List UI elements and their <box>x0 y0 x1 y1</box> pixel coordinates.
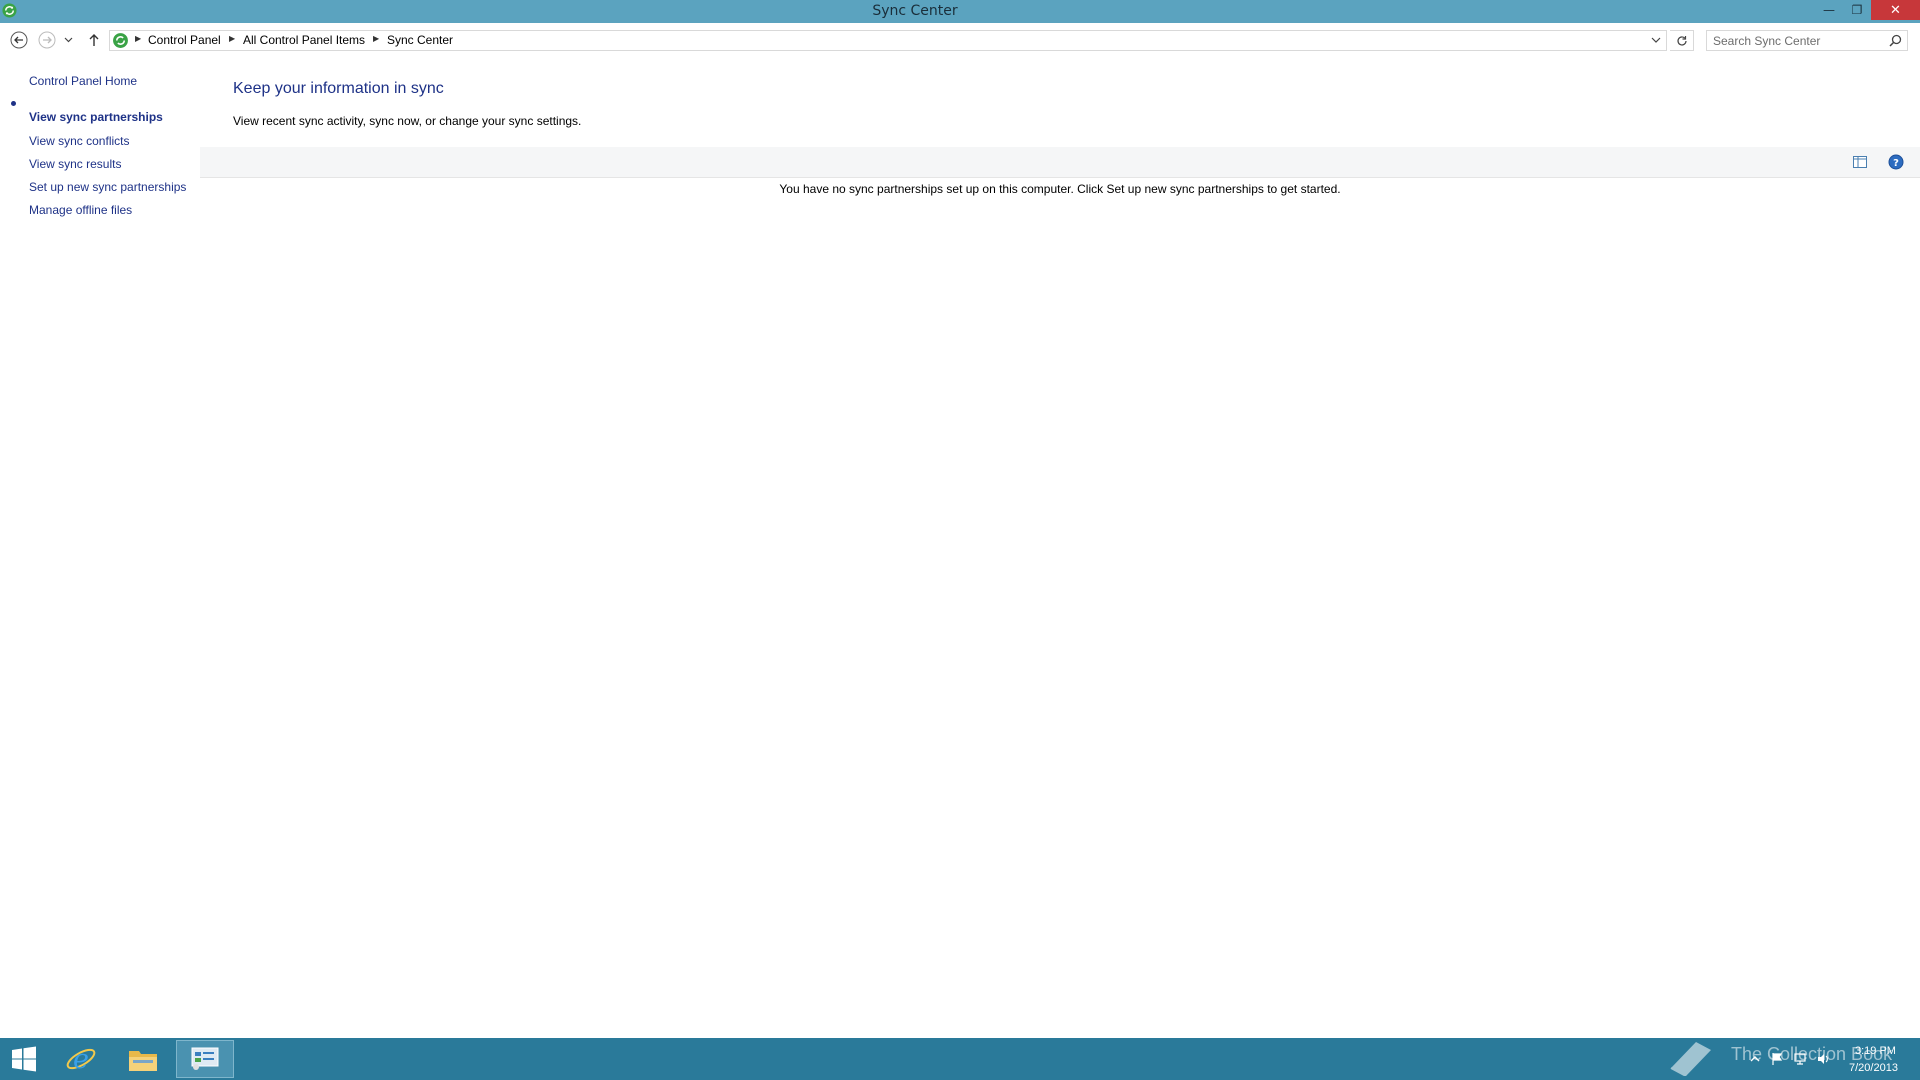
selected-bullet-icon <box>11 101 16 106</box>
volume-icon[interactable] <box>1816 1052 1830 1066</box>
taskbar-control-panel[interactable] <box>176 1040 234 1078</box>
minimize-button[interactable]: — <box>1815 0 1843 20</box>
help-icon[interactable]: ? <box>1888 154 1904 170</box>
address-bar[interactable]: ▶ Control Panel ▶ All Control Panel Item… <box>109 30 1667 51</box>
breadcrumb-separator-icon[interactable]: ▶ <box>135 34 141 43</box>
svg-text:e: e <box>73 1044 89 1075</box>
taskbar-internet-explorer[interactable]: e <box>52 1040 110 1078</box>
refresh-button[interactable] <box>1670 30 1694 51</box>
sync-center-icon <box>113 33 128 48</box>
show-hidden-icons-icon[interactable] <box>1748 1052 1762 1066</box>
clock-time[interactable]: 3:19 PM <box>1855 1045 1896 1057</box>
watermark-book-icon <box>1670 1042 1711 1076</box>
taskbar: e <box>0 1038 1920 1080</box>
navigation-bar: ▶ Control Panel ▶ All Control Panel Item… <box>0 23 1920 58</box>
breadcrumb-sync-center[interactable]: Sync Center <box>387 33 453 47</box>
taskbar-file-explorer[interactable] <box>114 1040 172 1078</box>
window-title: Sync Center <box>872 3 958 19</box>
restore-button[interactable]: ❐ <box>1843 0 1871 20</box>
forward-button[interactable] <box>36 29 58 51</box>
recent-locations-button[interactable] <box>62 29 74 51</box>
control-panel-icon <box>191 1047 219 1070</box>
title-bar: Sync Center — ❐ ✕ <box>0 0 1920 23</box>
clock-date[interactable]: 7/20/2013 <box>1849 1062 1898 1074</box>
search-icon[interactable] <box>1889 34 1902 47</box>
breadcrumb-separator-icon[interactable]: ▶ <box>229 34 235 43</box>
breadcrumb-control-panel[interactable]: Control Panel <box>148 33 221 47</box>
forward-arrow-icon <box>38 31 56 49</box>
internet-explorer-icon: e <box>66 1044 96 1075</box>
back-button[interactable] <box>8 29 30 51</box>
refresh-icon <box>1676 35 1687 46</box>
search-input[interactable] <box>1713 32 1883 49</box>
page-title: Keep your information in sync <box>233 80 444 97</box>
sidebar-item-manage-offline-files[interactable]: Manage offline files <box>29 203 132 217</box>
back-arrow-icon <box>10 31 28 49</box>
sidebar-item-view-sync-partnerships[interactable]: View sync partnerships <box>29 110 163 124</box>
sidebar-item-view-sync-conflicts[interactable]: View sync conflicts <box>29 134 129 148</box>
change-view-icon[interactable] <box>1852 154 1868 170</box>
network-icon[interactable] <box>1793 1052 1807 1066</box>
windows-logo-icon <box>12 1046 36 1072</box>
start-button[interactable] <box>0 1040 48 1078</box>
breadcrumb-separator-icon[interactable]: ▶ <box>373 34 379 43</box>
breadcrumb-all-items[interactable]: All Control Panel Items <box>243 33 365 47</box>
chevron-down-icon <box>64 37 72 43</box>
left-navigation-pane: Control Panel Home View sync partnership… <box>0 58 200 1038</box>
page-description: View recent sync activity, sync now, or … <box>233 114 582 128</box>
sidebar-item-view-sync-results[interactable]: View sync results <box>29 157 121 171</box>
up-arrow-icon <box>89 34 99 46</box>
search-box[interactable] <box>1706 30 1908 51</box>
empty-state-message: You have no sync partnerships set up on … <box>779 182 1341 196</box>
close-button[interactable]: ✕ <box>1871 0 1920 20</box>
svg-text:?: ? <box>1893 158 1899 169</box>
command-toolbar: ? <box>200 147 1920 178</box>
chevron-down-icon[interactable] <box>1650 33 1662 48</box>
folder-icon <box>129 1051 157 1071</box>
action-center-flag-icon[interactable] <box>1770 1052 1784 1066</box>
control-panel-home-link[interactable]: Control Panel Home <box>29 74 137 88</box>
up-button[interactable] <box>83 29 105 51</box>
sidebar-item-set-up-sync-partnerships[interactable]: Set up new sync partnerships <box>29 180 186 194</box>
